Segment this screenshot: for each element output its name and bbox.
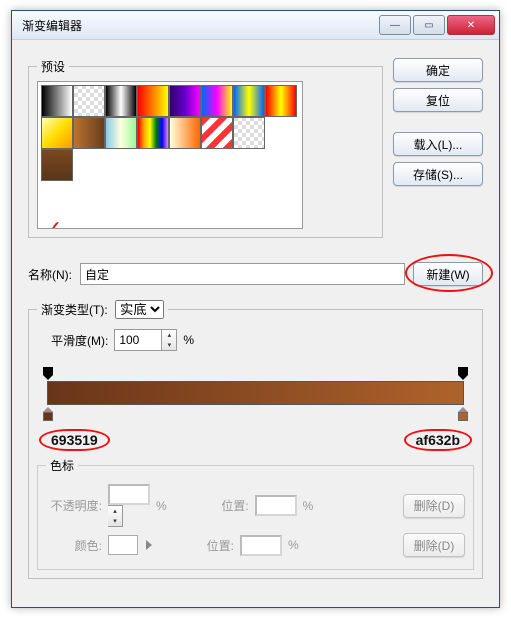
preset-grid[interactable]: ✓ — [37, 81, 303, 229]
smoothness-stepper[interactable]: ▴▾ — [114, 329, 177, 351]
stops-fieldset: 色标 不透明度: ▴▾ % 位置: % 删除(D) 颜色: — [37, 457, 474, 570]
preset-swatch[interactable] — [41, 117, 73, 149]
percent-label: % — [183, 333, 194, 347]
preset-swatch[interactable] — [233, 117, 265, 149]
position-label: 位置: — [178, 537, 234, 554]
position-input — [255, 495, 297, 516]
preset-swatch[interactable] — [201, 85, 233, 117]
presets-section: 预设 ✓ — [28, 58, 383, 238]
titlebar: 渐变编辑器 — ▭ ✕ — [12, 11, 499, 39]
preset-swatch[interactable] — [41, 149, 73, 181]
client-area: 预设 ✓ 确定 复位 载入(L)... 存储(S)... 名称(N): 新建(W… — [12, 39, 499, 607]
position-input — [240, 535, 282, 556]
new-button[interactable]: 新建(W) — [413, 262, 483, 286]
smoothness-row: 平滑度(M): ▴▾ % — [37, 329, 474, 351]
presets-fieldset: 预设 ✓ — [28, 58, 383, 238]
opacity-stop-left[interactable] — [43, 367, 53, 379]
preset-swatch[interactable] — [233, 85, 265, 117]
color-swatch — [108, 535, 138, 555]
gradient-type-fieldset: 渐变类型(T): 实底 平滑度(M): ▴▾ % — [28, 300, 483, 579]
preset-swatch[interactable] — [137, 117, 169, 149]
preset-swatch[interactable] — [265, 85, 297, 117]
gradient-type-select[interactable]: 实底 — [115, 300, 164, 319]
preset-swatch[interactable] — [73, 117, 105, 149]
name-label: 名称(N): — [28, 266, 72, 283]
opacity-stop-right[interactable] — [458, 367, 468, 379]
save-button[interactable]: 存储(S)... — [393, 162, 483, 186]
gradient-editor-window: 渐变编辑器 — ▭ ✕ 预设 ✓ 确定 复位 载入(L)... 存储(S — [11, 10, 500, 608]
gradient-type-legend: 渐变类型(T): 实底 — [37, 300, 168, 319]
side-buttons: 确定 复位 载入(L)... 存储(S)... — [393, 58, 483, 238]
preset-swatch[interactable] — [105, 85, 137, 117]
load-button[interactable]: 载入(L)... — [393, 132, 483, 156]
name-input[interactable] — [80, 263, 405, 285]
name-row: 名称(N): 新建(W) — [28, 262, 483, 286]
close-button[interactable]: ✕ — [447, 15, 495, 35]
opacity-stepper: ▴▾ — [108, 484, 150, 527]
hex-annotations: 693519 af632b — [39, 429, 472, 451]
presets-legend: 预设 — [37, 58, 69, 75]
preset-swatch[interactable] — [41, 85, 73, 117]
position-stepper — [255, 495, 297, 516]
opacity-stop-row: 不透明度: ▴▾ % 位置: % 删除(D) — [46, 484, 465, 527]
preset-swatch[interactable] — [137, 85, 169, 117]
window-title: 渐变编辑器 — [22, 17, 379, 34]
gradient-track[interactable] — [47, 381, 464, 405]
preset-swatch[interactable] — [201, 117, 233, 149]
maximize-button[interactable]: ▭ — [413, 15, 445, 35]
window-controls: — ▭ ✕ — [379, 15, 495, 35]
stepper-arrows-icon: ▴▾ — [108, 505, 123, 527]
delete-color-stop-button: 删除(D) — [403, 533, 465, 557]
smoothness-input[interactable] — [114, 329, 162, 351]
color-stop-left[interactable] — [43, 407, 53, 421]
minimize-button[interactable]: — — [379, 15, 411, 35]
preset-swatch[interactable] — [105, 117, 137, 149]
reset-button[interactable]: 复位 — [393, 88, 483, 112]
color-label: 颜色: — [46, 537, 102, 554]
selected-preset-check-icon: ✓ — [44, 216, 62, 229]
stepper-arrows-icon[interactable]: ▴▾ — [162, 329, 177, 351]
left-hex-annotation: 693519 — [39, 429, 110, 451]
position-label: 位置: — [193, 497, 249, 514]
preset-swatch[interactable] — [169, 117, 201, 149]
color-stop-row: 颜色: 位置: % 删除(D) — [46, 533, 465, 557]
delete-opacity-stop-button: 删除(D) — [403, 494, 465, 518]
preset-swatch[interactable] — [73, 85, 105, 117]
right-hex-annotation: af632b — [404, 429, 472, 451]
smoothness-label: 平滑度(M): — [51, 332, 108, 349]
color-stop-right[interactable] — [458, 407, 468, 421]
stops-legend: 色标 — [46, 457, 78, 474]
opacity-input — [108, 484, 150, 505]
preset-swatch[interactable] — [169, 85, 201, 117]
opacity-label: 不透明度: — [46, 497, 102, 514]
color-picker-arrow-icon — [146, 540, 152, 550]
position-stepper — [240, 535, 282, 556]
ok-button[interactable]: 确定 — [393, 58, 483, 82]
gradient-bar[interactable] — [39, 367, 472, 421]
